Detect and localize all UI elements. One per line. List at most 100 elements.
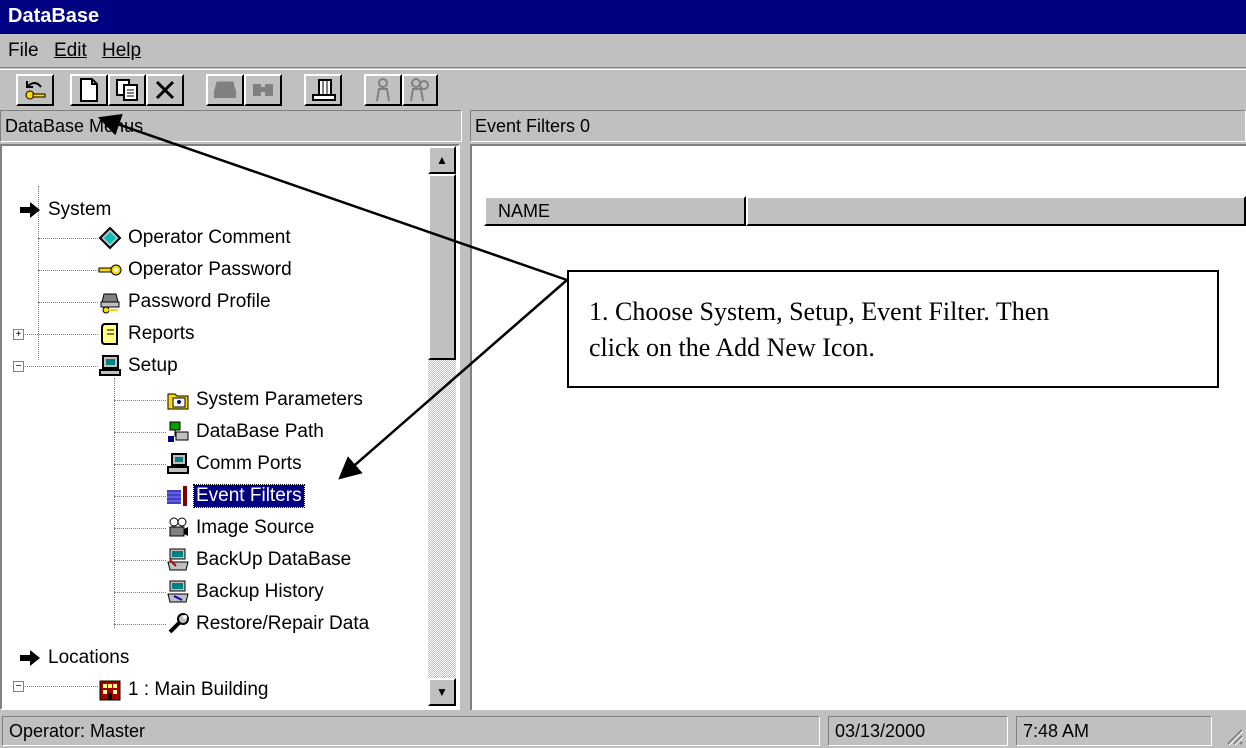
menu-bar: File Edit Help: [0, 34, 1246, 68]
tree-connector: [18, 334, 98, 335]
tree-label-image-source: Image Source: [196, 517, 315, 538]
tree-label-database-path: DataBase Path: [196, 421, 324, 442]
tree-label-locations: Locations: [48, 647, 130, 668]
title-bar: DataBase: [0, 0, 1246, 34]
callout-line-2: click on the Add New Icon.: [589, 333, 875, 362]
status-bar: Operator: Master 03/13/2000 7:48 AM: [0, 712, 1246, 748]
comm-port-icon: [167, 453, 189, 474]
report-icon: [312, 79, 336, 101]
key-icon: [98, 264, 122, 276]
profile-icon: [100, 293, 120, 314]
tree-connector: [38, 238, 98, 239]
backup-icon: [167, 548, 189, 571]
tree-label-system: System: [48, 199, 112, 220]
tree-connector: [114, 432, 166, 433]
column-header-blank[interactable]: [746, 196, 1246, 226]
delete-icon: [155, 80, 175, 100]
reports-icon: [101, 323, 118, 345]
tree-item-operator-password[interactable]: Operator Password: [98, 256, 294, 284]
tree-label-password-profile: Password Profile: [128, 291, 271, 312]
tree-connector: [114, 378, 115, 628]
tree-item-restore-repair[interactable]: Restore/Repair Data: [166, 610, 371, 638]
operator-button[interactable]: [364, 74, 402, 106]
event-filter-icon: [167, 486, 187, 506]
tree-item-event-filters[interactable]: Event Filters: [166, 482, 305, 510]
event-filters-list[interactable]: NAME: [470, 144, 1246, 710]
scroll-up-button[interactable]: ▲: [428, 146, 456, 174]
tree-item-reports[interactable]: Reports: [98, 320, 197, 348]
scroll-thumb[interactable]: [428, 174, 456, 360]
print-preview-icon: [253, 84, 273, 96]
menu-help[interactable]: Help: [102, 40, 141, 62]
tree-label-restore-repair: Restore/Repair Data: [196, 613, 370, 634]
computer-icon: [99, 355, 121, 376]
exit-icon: [25, 81, 46, 100]
arrow-down-icon: ▼: [436, 685, 448, 699]
tree-label-backup-database: BackUp DataBase: [196, 549, 352, 570]
tree-label-event-filters: Event Filters: [193, 484, 305, 508]
exit-button[interactable]: [16, 74, 54, 106]
copy-icon: [116, 79, 138, 101]
callout-line-1: 1. Choose System, Setup, Event Filter. T…: [589, 297, 1050, 326]
operators-button[interactable]: [402, 74, 438, 106]
status-time: 7:48 AM: [1016, 716, 1212, 746]
tree-connector: [38, 302, 98, 303]
menu-file[interactable]: File: [8, 40, 39, 62]
delete-button[interactable]: [146, 74, 184, 106]
tree-item-system[interactable]: System: [18, 196, 113, 224]
tree-label-comm-ports: Comm Ports: [196, 453, 302, 474]
tree-label-main-building: 1 : Main Building: [128, 679, 269, 700]
print-icon: [214, 81, 236, 98]
copy-button[interactable]: [108, 74, 146, 106]
tree-item-database-path[interactable]: DataBase Path: [166, 418, 326, 446]
tree-item-password-profile[interactable]: Password Profile: [98, 288, 273, 316]
building-icon: [99, 680, 121, 701]
tree-connector: [114, 464, 166, 465]
tree-connector: [114, 592, 166, 593]
tree-connector: [114, 496, 166, 497]
reports-expand-toggle[interactable]: +: [13, 329, 24, 340]
resize-grip-icon[interactable]: [1222, 724, 1244, 746]
camera-icon: [169, 517, 188, 537]
comment-icon: [98, 226, 122, 250]
main-building-collapse-toggle[interactable]: −: [13, 681, 24, 692]
event-filters-header: Event Filters 0: [470, 110, 1246, 142]
tree-scrollbar[interactable]: ▲ ▼: [428, 146, 456, 706]
add-new-button[interactable]: [70, 74, 108, 106]
toolbar: [0, 69, 1246, 109]
wrench-icon: [168, 613, 189, 634]
tree-item-comm-ports[interactable]: Comm Ports: [166, 450, 304, 478]
setup-collapse-toggle[interactable]: −: [13, 361, 24, 372]
operator-icon: [376, 78, 390, 102]
tree-item-setup[interactable]: Setup: [98, 352, 180, 380]
report-button[interactable]: [304, 74, 342, 106]
tree-connector: [18, 366, 98, 367]
database-menus-header: DataBase Menus: [0, 110, 462, 142]
arrow-up-icon: ▲: [436, 153, 448, 167]
tree-item-main-building[interactable]: 1 : Main Building: [98, 676, 270, 704]
tree-item-backup-history[interactable]: Backup History: [166, 578, 326, 606]
tree-item-system-parameters[interactable]: System Parameters: [166, 386, 365, 414]
instruction-callout: 1. Choose System, Setup, Event Filter. T…: [567, 270, 1219, 388]
add-new-icon: [80, 78, 98, 102]
scroll-down-button[interactable]: ▼: [428, 678, 456, 706]
print-button[interactable]: [206, 74, 244, 106]
print-preview-button[interactable]: [244, 74, 282, 106]
database-menu-tree[interactable]: + − − System Operator Comment Operator P…: [0, 144, 460, 710]
column-header-name[interactable]: NAME: [484, 196, 746, 226]
tree-connector: [18, 686, 98, 687]
tree-connector: [114, 400, 166, 401]
arrow-right-icon: [20, 650, 40, 666]
tree-item-image-source[interactable]: Image Source: [166, 514, 316, 542]
tree-item-backup-database[interactable]: BackUp DataBase: [166, 546, 353, 574]
tree-item-operator-comment[interactable]: Operator Comment: [98, 224, 293, 252]
menu-edit[interactable]: Edit: [54, 40, 87, 62]
tree-item-locations[interactable]: Locations: [18, 644, 131, 672]
tree-label-setup: Setup: [128, 355, 178, 376]
operators-icon: [410, 78, 429, 102]
network-icon: [168, 421, 189, 442]
status-date: 03/13/2000: [828, 716, 1008, 746]
tree-label-reports: Reports: [128, 323, 195, 344]
tree-connector: [114, 624, 166, 625]
arrow-right-icon: [20, 202, 40, 218]
